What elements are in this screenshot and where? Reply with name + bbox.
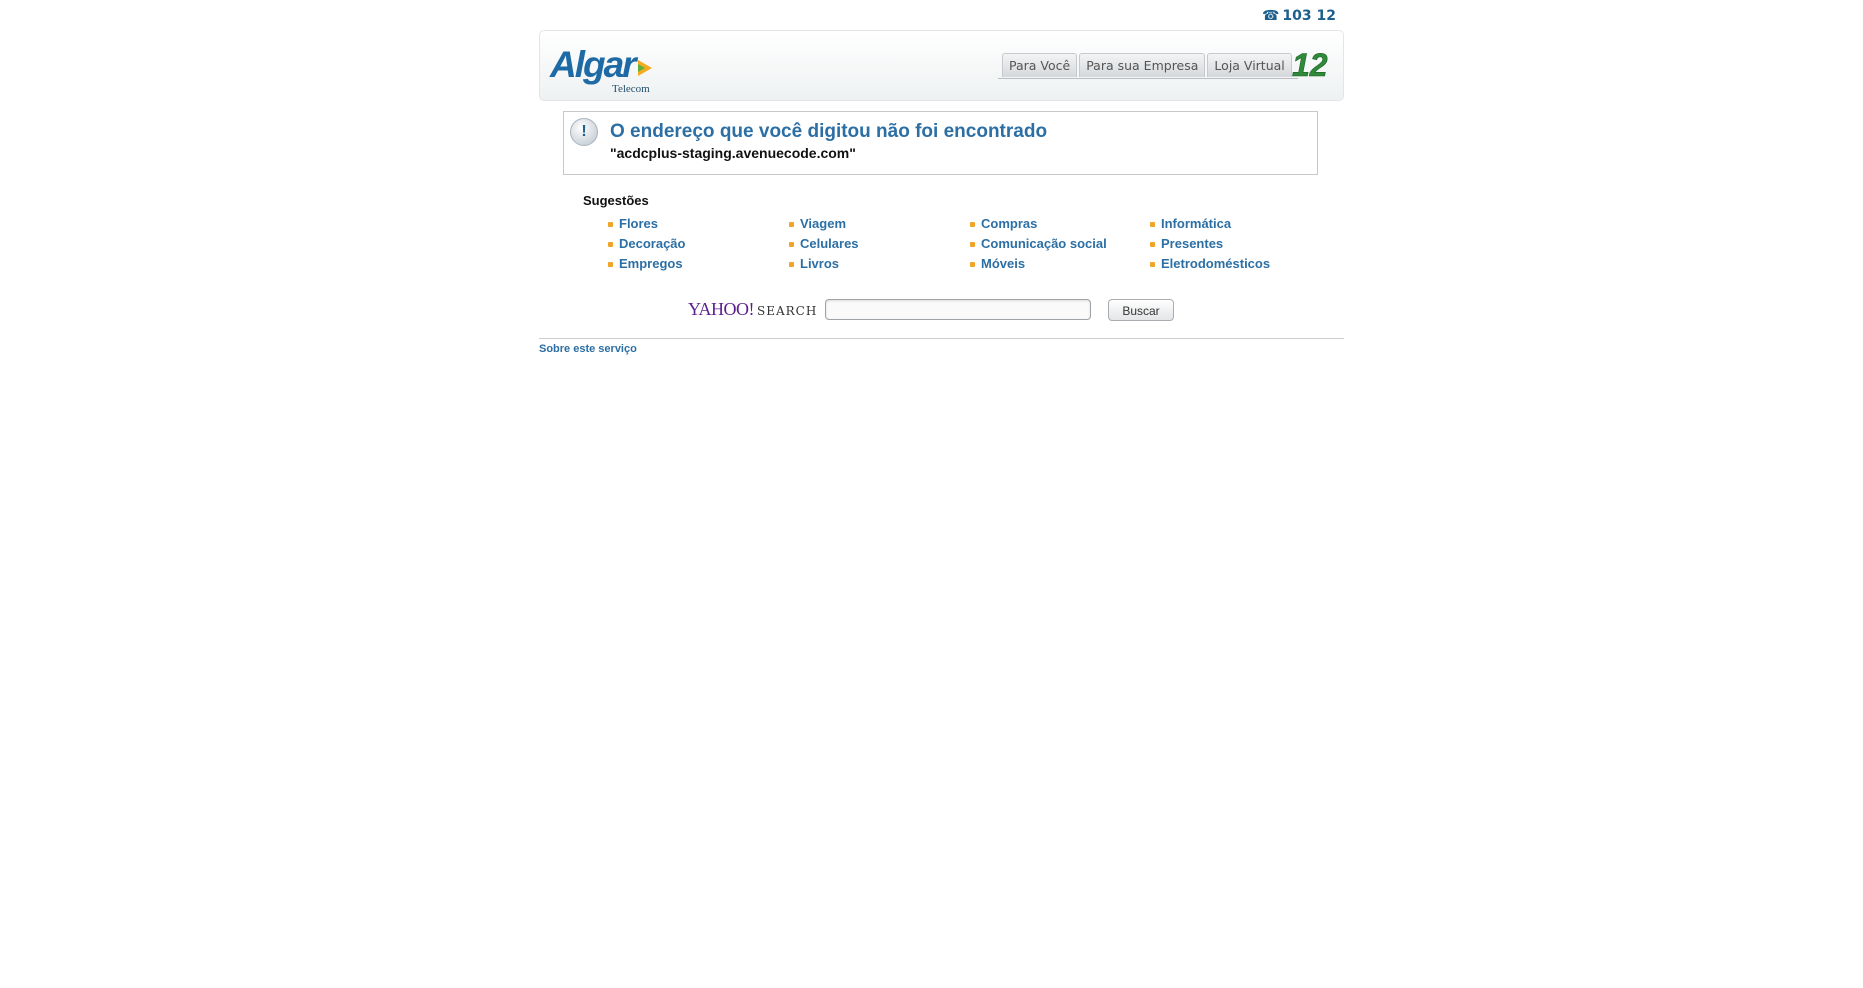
suggestions-title: Sugestões bbox=[583, 193, 649, 208]
suggestion-label: Empregos bbox=[619, 256, 683, 271]
bullet-icon bbox=[1150, 262, 1155, 267]
suggestion-link[interactable]: Flores bbox=[608, 216, 658, 231]
suggestion-link[interactable]: Celulares bbox=[789, 236, 859, 251]
bullet-icon bbox=[608, 222, 613, 227]
suggestion-label: Viagem bbox=[800, 216, 847, 231]
phone-contact: ☎ 103 12 bbox=[1262, 8, 1336, 24]
bullet-icon bbox=[970, 262, 975, 267]
suggestion-label: Livros bbox=[800, 256, 840, 271]
suggestion-link[interactable]: Comunicação social bbox=[970, 236, 1107, 251]
bullet-icon bbox=[1150, 242, 1155, 247]
notice-url: "acdcplus-staging.avenuecode.com" bbox=[610, 145, 856, 161]
logo-arrow-accent-icon bbox=[638, 64, 645, 72]
footer-divider bbox=[539, 338, 1344, 339]
tab-para-voce[interactable]: Para Você bbox=[1002, 53, 1078, 77]
yahoo-search-label: SEARCH bbox=[757, 304, 818, 318]
phone-icon: ☎ bbox=[1261, 8, 1280, 24]
suggestion-link[interactable]: Decoração bbox=[608, 236, 685, 251]
badge-12-text: 12 bbox=[1292, 47, 1328, 82]
bullet-icon bbox=[1150, 222, 1155, 227]
header-tabs: Para Você Para sua Empresa Loja Virtual bbox=[998, 53, 1298, 79]
suggestion-label: Decoração bbox=[619, 236, 686, 251]
suggestion-label: Presentes bbox=[1161, 236, 1224, 251]
bullet-icon bbox=[608, 262, 613, 267]
suggestion-label: Compras bbox=[981, 216, 1038, 231]
header: Algar Telecom Para Você Para sua Empresa… bbox=[539, 30, 1344, 101]
algar-logo[interactable]: Algar Telecom bbox=[550, 44, 660, 95]
suggestion-label: Flores bbox=[619, 216, 659, 231]
suggestion-link[interactable]: Móveis bbox=[970, 256, 1025, 271]
yahoo-search-logo: YAHOO! SEARCH bbox=[688, 299, 817, 320]
about-service-link[interactable]: Sobre este serviço bbox=[539, 343, 637, 355]
suggestion-link[interactable]: Eletrodomésticos bbox=[1150, 256, 1270, 271]
phone-number: 103 12 bbox=[1282, 8, 1336, 24]
badge-12-logo[interactable]: 12 bbox=[1290, 46, 1330, 82]
alert-icon: ! bbox=[570, 118, 598, 146]
tab-para-sua-empresa[interactable]: Para sua Empresa bbox=[1079, 53, 1206, 77]
logo-subtitle: Telecom bbox=[612, 83, 650, 95]
not-found-notice: ! O endereço que você digitou não foi en… bbox=[563, 111, 1318, 175]
bullet-icon bbox=[789, 262, 794, 267]
suggestion-link[interactable]: Viagem bbox=[789, 216, 846, 231]
suggestion-link[interactable]: Empregos bbox=[608, 256, 683, 271]
bullet-icon bbox=[970, 222, 975, 227]
suggestion-label: Celulares bbox=[800, 236, 859, 251]
suggestion-label: Eletrodomésticos bbox=[1161, 256, 1271, 271]
suggestion-label: Comunicação social bbox=[981, 236, 1107, 251]
bullet-icon bbox=[970, 242, 975, 247]
bullet-icon bbox=[608, 242, 613, 247]
logo-wordmark: Algar bbox=[550, 44, 637, 85]
search-button[interactable]: Buscar bbox=[1108, 299, 1174, 321]
bullet-icon bbox=[789, 242, 794, 247]
suggestion-link[interactable]: Livros bbox=[789, 256, 839, 271]
search-input[interactable] bbox=[825, 299, 1091, 320]
suggestion-link[interactable]: Compras bbox=[970, 216, 1037, 231]
tab-loja-virtual[interactable]: Loja Virtual bbox=[1207, 53, 1292, 77]
bullet-icon bbox=[789, 222, 794, 227]
suggestion-label: Informática bbox=[1161, 216, 1232, 231]
suggestion-link[interactable]: Presentes bbox=[1150, 236, 1223, 251]
yahoo-logo: YAHOO! bbox=[688, 299, 755, 319]
suggestion-label: Móveis bbox=[981, 256, 1026, 271]
notice-title: O endereço que você digitou não foi enco… bbox=[610, 121, 1048, 142]
suggestion-link[interactable]: Informática bbox=[1150, 216, 1231, 231]
